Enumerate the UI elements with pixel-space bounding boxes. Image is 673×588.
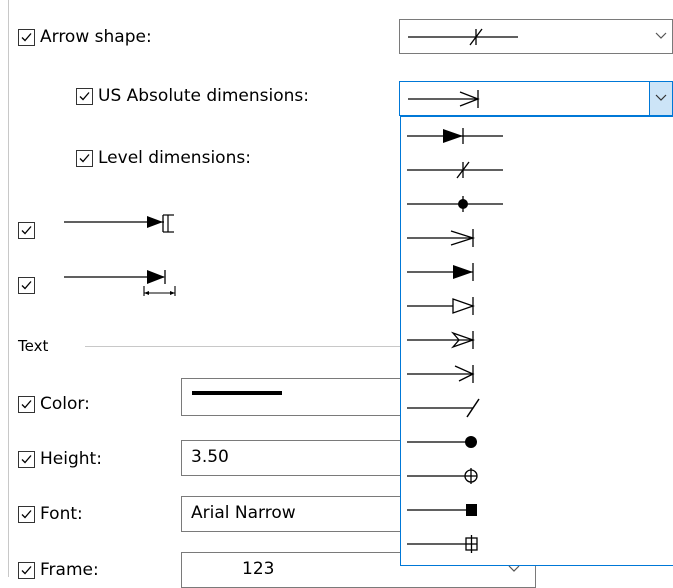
arrow-option-slash-end[interactable] (401, 391, 673, 425)
us-absolute-combobox[interactable] (399, 81, 673, 116)
checkmark-icon (21, 226, 32, 235)
slash-cross-icon (407, 161, 503, 179)
frame-value: 123 (242, 559, 275, 579)
frame-label: Frame: (40, 560, 99, 580)
level-dimensions-checkbox[interactable] (76, 150, 93, 167)
chevron-down-icon (655, 32, 667, 39)
checkmark-icon (21, 281, 32, 290)
arrow-shape-checkbox[interactable] (18, 29, 35, 46)
us-absolute-dropdown-button[interactable] (649, 82, 672, 115)
open-arrow-bar-icon (408, 90, 480, 108)
filled-arrow-dimension-icon (64, 270, 176, 296)
arrow-shape-combobox[interactable] (399, 19, 673, 54)
slash-end-icon (407, 398, 480, 418)
arrow-option-half-arrow-bar[interactable] (401, 357, 673, 391)
circle-plus-end-icon (407, 468, 478, 484)
font-label: Font: (40, 504, 83, 524)
arrow-option-square-plus-end[interactable] (401, 527, 673, 561)
arrow-style-dropdown-list[interactable] (400, 116, 673, 566)
chevron-down-icon (655, 94, 667, 101)
panel-left-border (8, 0, 9, 577)
chevron-down-icon (508, 565, 520, 572)
arrow-option-dot-cross[interactable] (401, 187, 673, 221)
checkmark-icon (21, 33, 32, 42)
filled-arrow-bracket-icon (64, 214, 174, 233)
color-field[interactable] (181, 378, 411, 416)
arrow-option-hollow-arrow-bar[interactable] (401, 289, 673, 323)
color-checkbox[interactable] (18, 396, 35, 413)
filled-arrow-cross-icon (407, 128, 503, 144)
checkmark-icon (21, 566, 32, 575)
height-input[interactable]: 3.50 (181, 440, 411, 476)
arrow-shape-label: Arrow shape: (40, 27, 152, 47)
arrow-row-1-checkbox[interactable] (18, 222, 35, 239)
frame-checkbox[interactable] (18, 562, 35, 579)
font-select[interactable]: Arial Narrow (181, 496, 411, 532)
color-label: Color: (40, 394, 90, 414)
arrow-option-slash-cross[interactable] (401, 153, 673, 187)
half-arrow-bar-icon (407, 365, 475, 383)
arrow-shape-dropdown-button[interactable] (650, 20, 672, 53)
level-dimensions-label: Level dimensions: (98, 148, 251, 168)
text-group-label: Text (18, 337, 49, 355)
height-checkbox[interactable] (18, 451, 35, 468)
checkmark-icon (21, 510, 32, 519)
hollow-arrow-bar-icon (407, 297, 475, 315)
arrow-option-open-arrow-bar[interactable] (401, 221, 673, 255)
dot-cross-icon (407, 196, 503, 212)
arrow-option-square-end[interactable] (401, 493, 673, 527)
arrow-option-filled-arrow-bar[interactable] (401, 255, 673, 289)
us-absolute-checkbox[interactable] (76, 88, 93, 105)
checkmark-icon (79, 154, 90, 163)
color-swatch (192, 391, 282, 395)
dot-end-icon (407, 436, 477, 448)
us-absolute-label: US Absolute dimensions: (98, 86, 309, 106)
filled-arrow-bar-icon (407, 263, 474, 281)
arrow-option-filled-arrow-cross[interactable] (401, 119, 673, 153)
open-arrow-bar-icon (407, 229, 476, 247)
square-plus-end-icon (407, 535, 478, 553)
checkmark-icon (21, 455, 32, 464)
font-checkbox[interactable] (18, 506, 35, 523)
tick-slash-arrow-icon (408, 28, 518, 46)
checkmark-icon (79, 92, 90, 101)
arrow-option-dot-end[interactable] (401, 425, 673, 459)
text-group-divider (85, 346, 400, 347)
checkmark-icon (21, 400, 32, 409)
square-end-icon (407, 504, 477, 516)
barbed-arrow-bar-icon (407, 331, 475, 349)
arrow-row-2-checkbox[interactable] (18, 277, 35, 294)
arrow-option-circle-plus-end[interactable] (401, 459, 673, 493)
height-label: Height: (40, 449, 102, 469)
arrow-option-barbed-arrow-bar[interactable] (401, 323, 673, 357)
